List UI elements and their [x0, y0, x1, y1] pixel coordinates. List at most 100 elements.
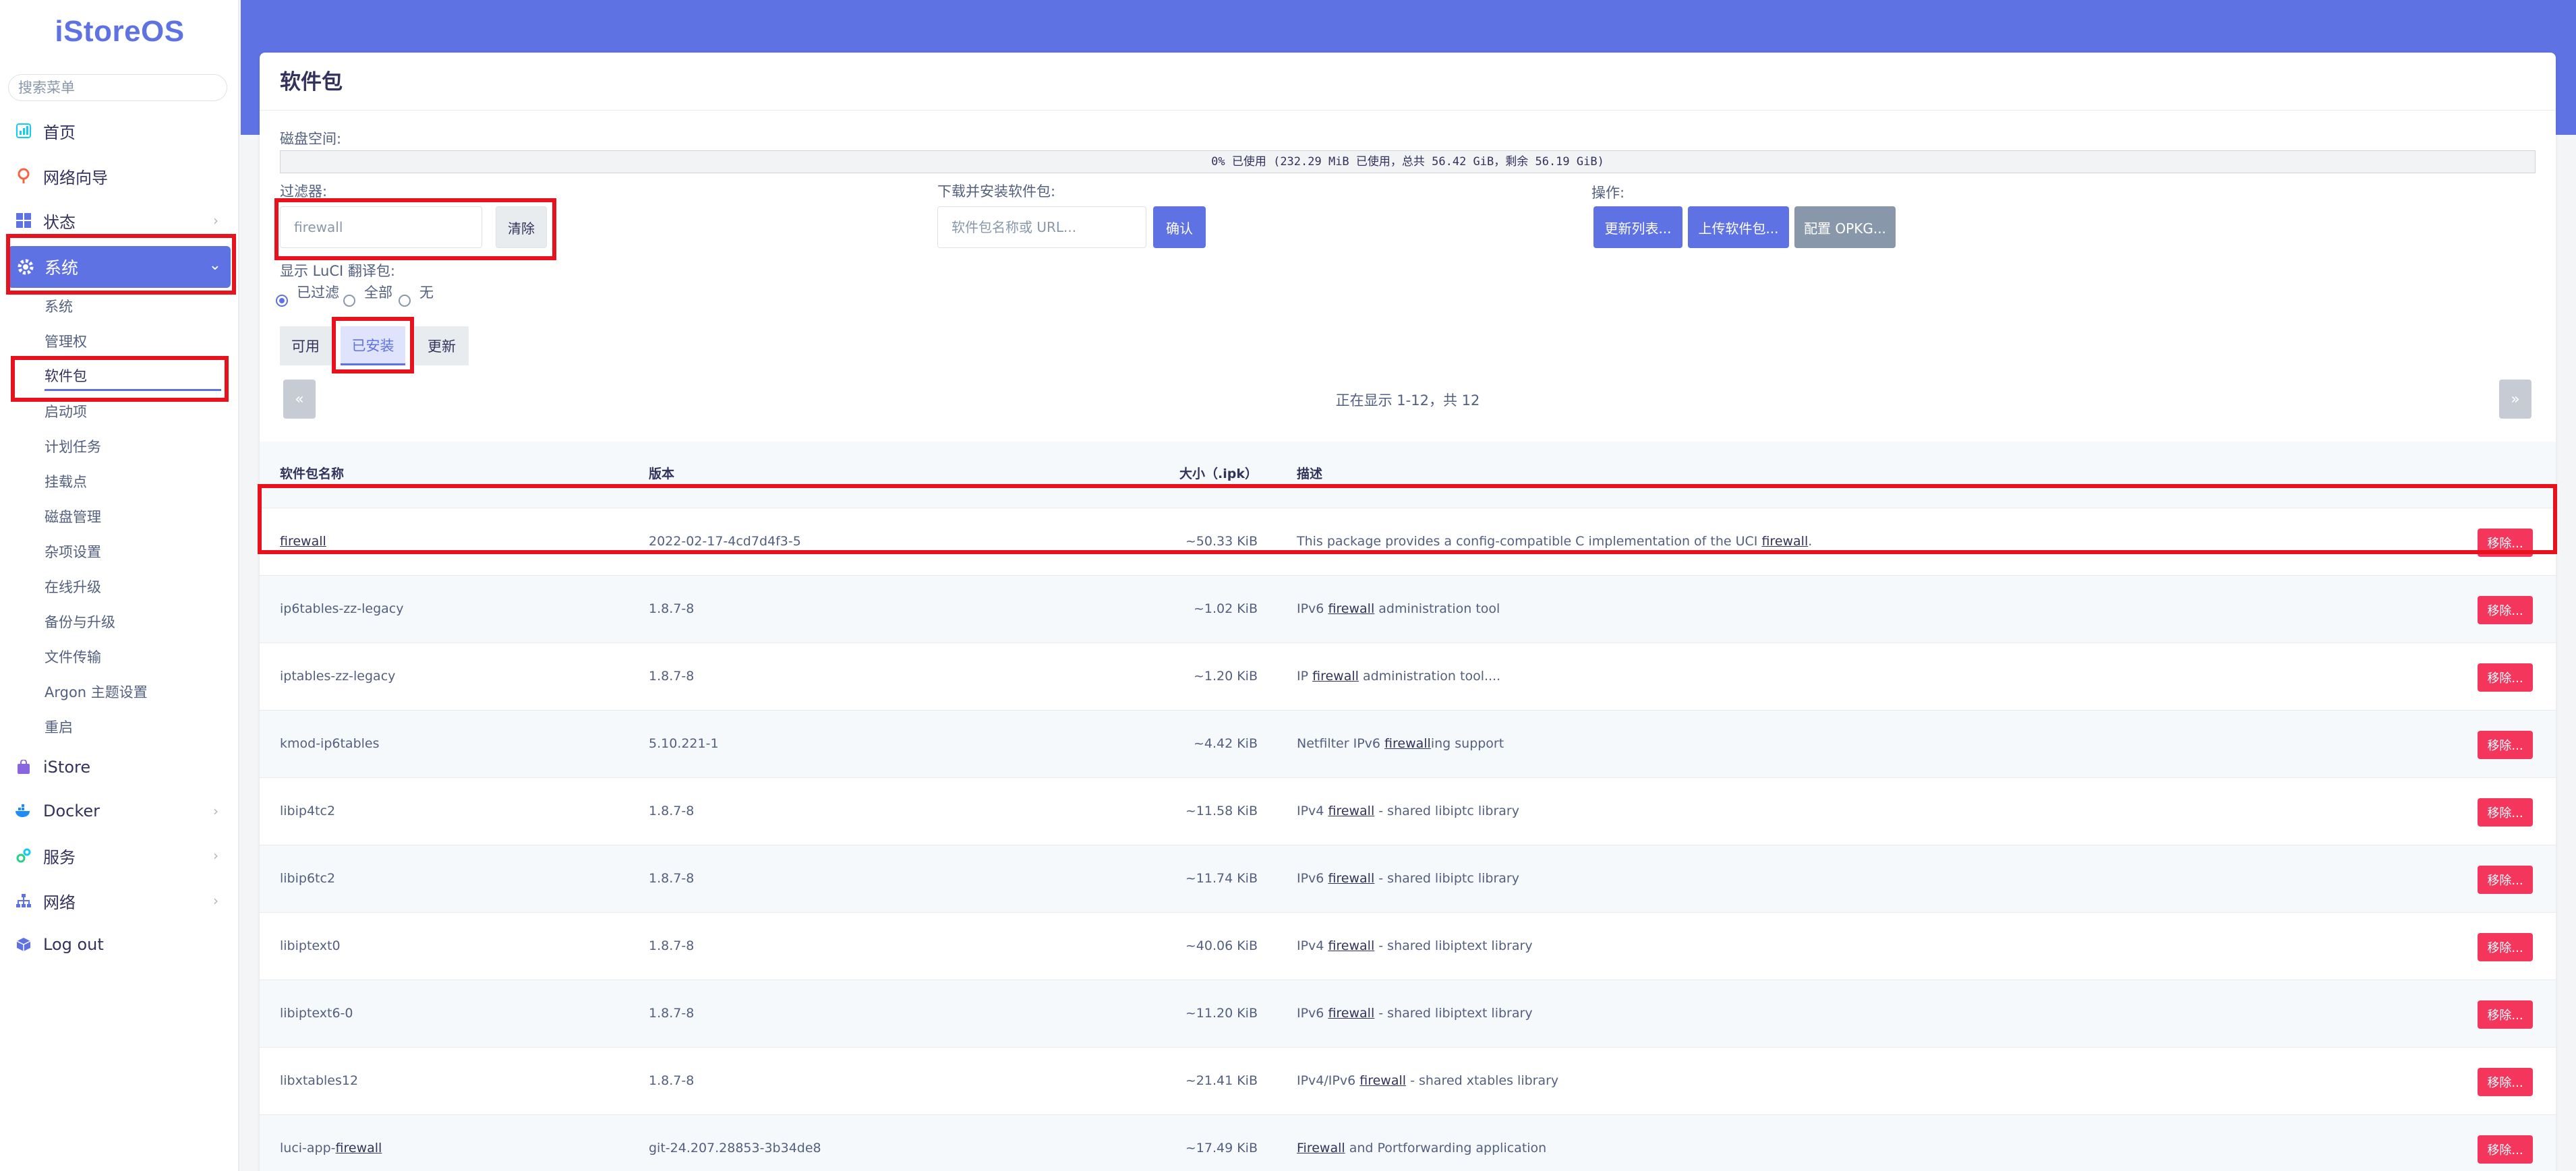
package-size: ~4.42 KiB [1193, 736, 1258, 751]
package-size: ~40.06 KiB [1185, 938, 1258, 953]
highlight-installed-tab [332, 317, 414, 373]
table-row: ip6tables-zz-legacy 1.8.7-8 ~1.02 KiB IP… [260, 575, 2556, 642]
desc-link[interactable]: Firewall [1297, 1141, 1345, 1155]
network-icon [15, 892, 32, 909]
desc-link[interactable]: firewall [1384, 736, 1431, 751]
remove-button[interactable]: 移除... [2478, 866, 2533, 894]
sidebar-sub-reboot[interactable]: 重启 [45, 713, 221, 742]
package-version: 1.8.7-8 [649, 1073, 695, 1088]
sidebar-sub-file-transfer[interactable]: 文件传输 [45, 642, 221, 672]
app-root: iStoreOS 搜索菜单 首页 网络向导 状态 › 系统 ⌄ 系统 管理权 软… [0, 0, 2576, 1171]
package-description: IPv4 firewall - shared libiptc library [1297, 804, 1519, 818]
confirm-install-button[interactable]: 确认 [1153, 206, 1206, 248]
sidebar-item-label: Docker [43, 802, 100, 820]
desc-link[interactable]: firewall [1328, 1006, 1374, 1021]
package-name: libxtables12 [280, 1073, 359, 1088]
package-description: IPv4/IPv6 firewall - shared xtables libr… [1297, 1073, 1558, 1088]
radio-all-label: 全部 [364, 284, 392, 301]
sidebar-sub-mount-points[interactable]: 挂载点 [45, 467, 221, 497]
desc-text: IPv4 [1297, 938, 1328, 953]
sidebar-item-docker[interactable]: Docker › [15, 793, 224, 829]
desc-link[interactable]: firewall [1359, 1073, 1406, 1088]
remove-button[interactable]: 移除... [2478, 1000, 2533, 1029]
pager-next-button[interactable]: » [2499, 380, 2531, 419]
sidebar-sub-online-upgrade[interactable]: 在线升级 [45, 572, 221, 602]
sidebar-item-status[interactable]: 状态 › [15, 203, 224, 238]
table-row: libiptext6-0 1.8.7-8 ~11.20 KiB IPv6 fir… [260, 980, 2556, 1047]
table-row: libxtables12 1.8.7-8 ~21.41 KiB IPv4/IPv… [260, 1047, 2556, 1114]
radio-all[interactable] [343, 295, 355, 307]
sidebar-item-network-wizard[interactable]: 网络向导 [15, 158, 224, 193]
desc-text: - shared libiptc library [1374, 871, 1519, 886]
package-description: IPv6 firewall - shared libiptext library [1297, 1006, 1533, 1021]
sidebar-item-label: 网络 [43, 893, 76, 912]
desc-text: administration tool [1374, 601, 1500, 616]
package-name: kmod-ip6tables [280, 736, 380, 751]
sidebar-item-istore[interactable]: iStore [15, 750, 224, 785]
sidebar-item-label: iStore [43, 758, 91, 777]
package-name: libiptext6-0 [280, 1006, 353, 1021]
radio-none[interactable] [399, 295, 411, 307]
desc-text: ing support [1430, 736, 1504, 751]
desc-link[interactable]: firewall [1328, 871, 1374, 886]
package-description: IP firewall administration tool.... [1297, 669, 1500, 684]
sidebar-item-network[interactable]: 网络 › [15, 883, 224, 918]
sidebar-item-logout[interactable]: Log out [15, 927, 224, 962]
desc-text: IP [1297, 669, 1313, 684]
remove-button[interactable]: 移除... [2478, 1068, 2533, 1096]
sidebar-item-label: 网络向导 [43, 168, 108, 187]
desc-text: IPv6 [1297, 601, 1328, 616]
packages-card: 软件包 磁盘空间: 0% 已使用 (232.29 MiB 已使用，总共 56.4… [258, 53, 2557, 1171]
docker-icon [15, 802, 32, 820]
package-description: Firewall and Portforwarding application [1297, 1141, 1546, 1155]
tab-updates[interactable]: 更新 [415, 326, 469, 365]
actions-label: 操作: [1591, 185, 1625, 201]
radio-filtered[interactable] [276, 295, 288, 307]
pager-status: 正在显示 1-12，共 12 [1335, 392, 1480, 409]
sidebar-item-services[interactable]: 服务 › [15, 838, 224, 873]
package-name: ip6tables-zz-legacy [280, 601, 404, 616]
sidebar-item-home[interactable]: 首页 [15, 113, 224, 148]
remove-button[interactable]: 移除... [2478, 798, 2533, 827]
sidebar-sub-system[interactable]: 系统 [45, 292, 221, 322]
radio-filtered-label: 已过滤 [297, 284, 339, 301]
remove-button[interactable]: 移除... [2478, 1135, 2533, 1164]
desc-link[interactable]: firewall [1328, 804, 1374, 818]
remove-button[interactable]: 移除... [2478, 731, 2533, 759]
brand-logo[interactable]: iStoreOS [0, 15, 239, 49]
sidebar-sub-backup-upgrade[interactable]: 备份与升级 [45, 607, 221, 637]
title-divider [260, 110, 2556, 111]
desc-link[interactable]: firewall [1328, 938, 1374, 953]
package-version: 1.8.7-8 [649, 669, 695, 684]
remove-button[interactable]: 移除... [2478, 933, 2533, 961]
sidebar-sub-misc-settings[interactable]: 杂项设置 [45, 537, 221, 567]
chevron-right-icon: › [213, 212, 218, 229]
chevron-right-icon: › [213, 847, 218, 864]
disk-space-label: 磁盘空间: [280, 131, 342, 147]
desc-link[interactable]: firewall [1312, 669, 1359, 684]
tab-available[interactable]: 可用 [280, 326, 331, 365]
package-url-input[interactable]: 软件包名称或 URL... [937, 206, 1146, 248]
sidebar-sub-admin[interactable]: 管理权 [45, 327, 221, 357]
desc-link[interactable]: firewall [1328, 601, 1374, 616]
package-name-link[interactable]: firewall [336, 1141, 382, 1155]
package-version: 1.8.7-8 [649, 1006, 695, 1021]
desc-text: and Portforwarding application [1345, 1141, 1547, 1155]
update-list-button[interactable]: 更新列表... [1593, 206, 1682, 248]
remove-button[interactable]: 移除... [2478, 663, 2533, 692]
desc-text: - shared xtables library [1406, 1073, 1559, 1088]
upload-package-button[interactable]: 上传软件包... [1688, 206, 1789, 248]
sidebar-sub-scheduled-tasks[interactable]: 计划任务 [45, 432, 221, 462]
desc-text: - shared libiptext library [1374, 1006, 1533, 1021]
sidebar-item-label: 首页 [43, 123, 76, 142]
package-version: 1.8.7-8 [649, 871, 695, 886]
table-row: iptables-zz-legacy 1.8.7-8 ~1.20 KiB IP … [260, 642, 2556, 710]
package-name: libiptext0 [280, 938, 341, 953]
menu-search-input[interactable]: 搜索菜单 [8, 74, 227, 101]
sidebar-sub-argon-theme[interactable]: Argon 主题设置 [45, 678, 221, 707]
remove-button[interactable]: 移除... [2478, 596, 2533, 624]
configure-opkg-button[interactable]: 配置 OPKG... [1794, 206, 1896, 248]
package-size: ~11.74 KiB [1185, 871, 1258, 886]
chevron-right-icon: › [213, 803, 218, 819]
sidebar-sub-disk-management[interactable]: 磁盘管理 [45, 502, 221, 532]
